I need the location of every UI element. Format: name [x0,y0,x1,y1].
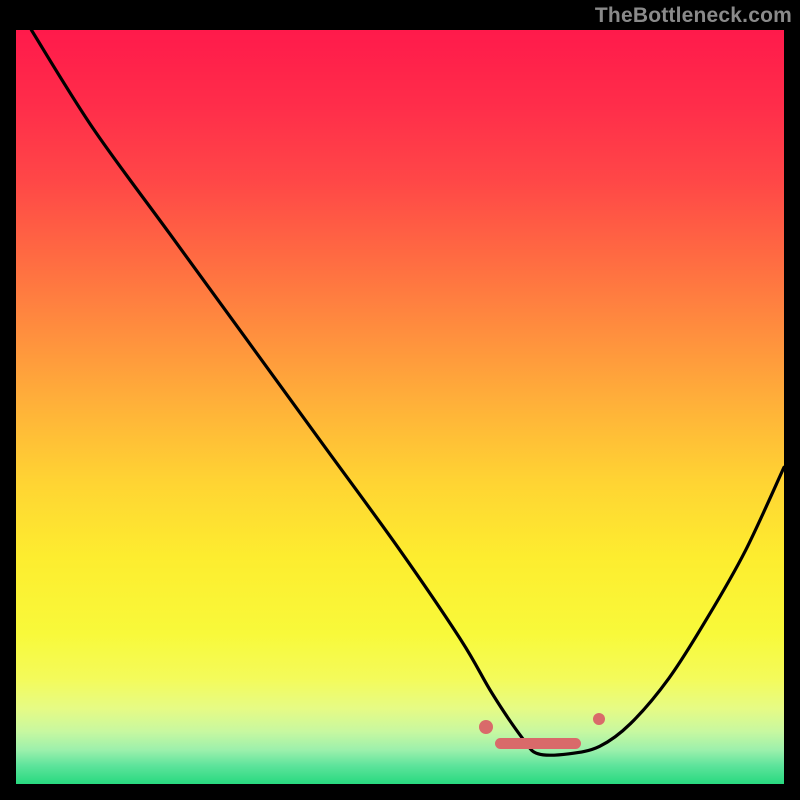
plot-area [16,30,784,784]
bottleneck-curve [16,30,784,784]
optimal-range-bar [495,738,581,749]
chart-frame: TheBottleneck.com [0,0,800,800]
attribution-text: TheBottleneck.com [595,4,792,28]
optimal-range-end-marker [593,713,605,725]
optimal-range-start-marker [479,720,493,734]
